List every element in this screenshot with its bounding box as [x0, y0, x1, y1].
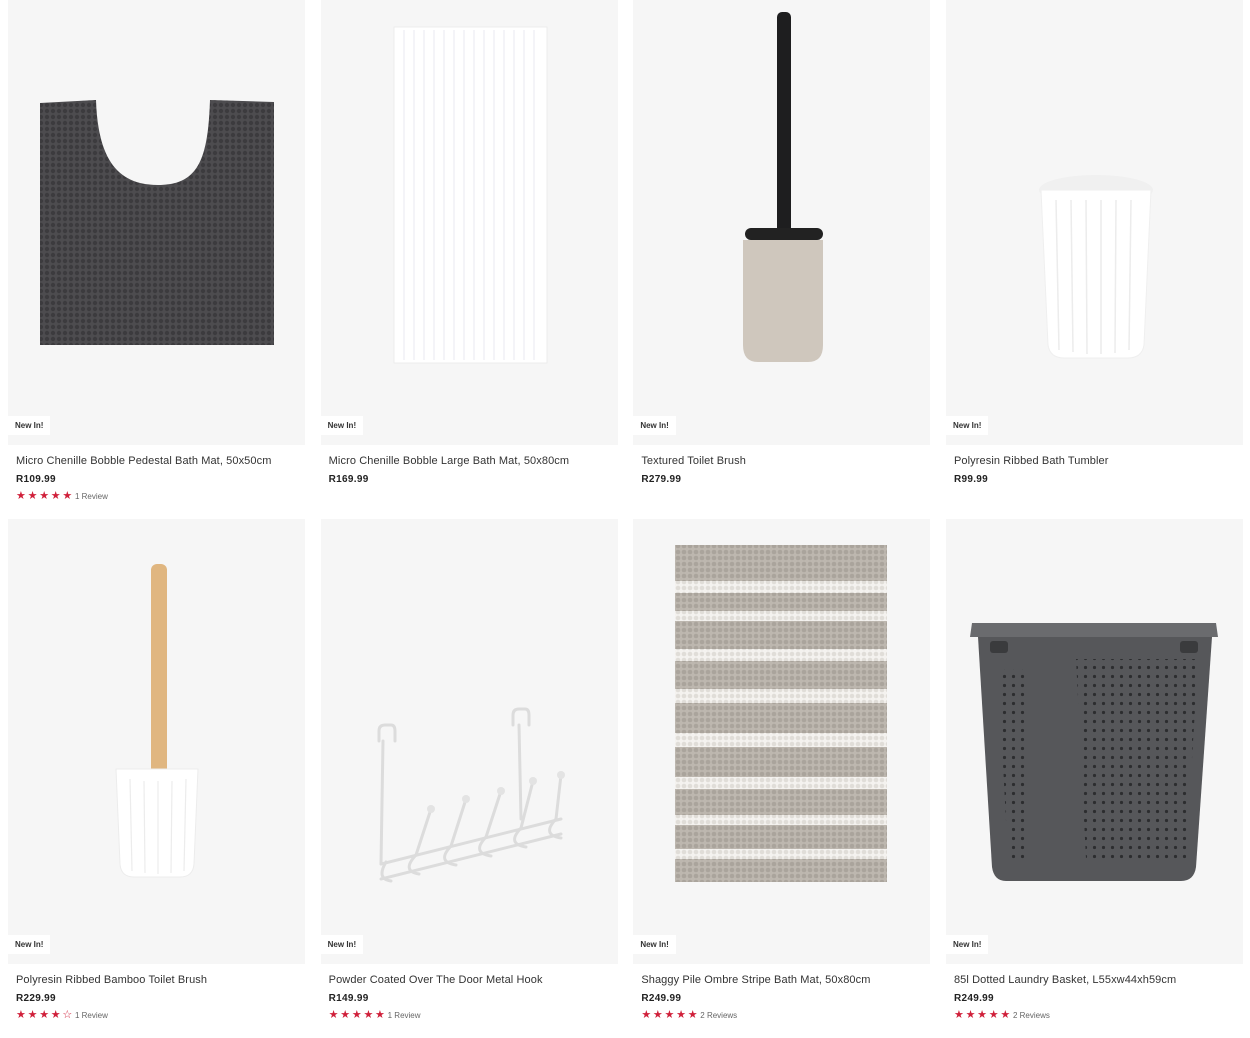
star-filled-icon: ★ [27, 1008, 38, 1021]
star-filled-icon: ★ [375, 1008, 385, 1021]
large-bath-mat-image [393, 26, 548, 364]
product-grid-row-2: New In! Polyresin Ribbed Bamboo Toilet B… [8, 519, 1243, 1038]
product-card[interactable]: New In! Micro Chenille Bobble Large Bath… [320, 0, 618, 519]
star-filled-icon: ★ [1000, 1008, 1011, 1021]
product-image[interactable]: New In! [320, 519, 618, 964]
product-card[interactable]: New In! Micro Chenille Bobble Pedestal B… [8, 0, 305, 519]
product-title[interactable]: Micro Chenille Bobble Pedestal Bath Mat,… [16, 455, 272, 467]
product-price: R249.99 [641, 993, 682, 1004]
product-price: R99.99 [953, 474, 989, 485]
star-rating: ★ ★ ★ ★ ★ [641, 1008, 699, 1021]
new-in-badge: New In! [8, 935, 51, 954]
review-count[interactable]: 1 Review [75, 1011, 108, 1020]
star-filled-icon: ★ [641, 1008, 652, 1021]
bamboo-toilet-brush-image [115, 564, 199, 878]
product-price: R279.99 [641, 474, 682, 485]
product-rating: ★ ★ ★ ★ ★ 1 Review [329, 1009, 421, 1021]
star-filled-icon: ★ [363, 1008, 374, 1021]
review-count[interactable]: 2 Reviews [1013, 1011, 1050, 1020]
star-filled-icon: ★ [953, 1008, 964, 1021]
product-title[interactable]: Polyresin Ribbed Bamboo Toilet Brush [16, 974, 207, 986]
product-price: R169.99 [328, 474, 369, 485]
product-title[interactable]: Textured Toilet Brush [641, 455, 746, 467]
new-in-badge: New In! [633, 416, 676, 435]
product-price: R249.99 [953, 993, 994, 1004]
product-card[interactable]: New In! Polyresin Ribbed Bamboo Toilet B… [8, 519, 305, 1038]
product-card[interactable]: New In! 85l Dotted Laundry Basket, L55xw… [945, 519, 1243, 1038]
new-in-badge: New In! [945, 416, 989, 435]
star-filled-icon: ★ [652, 1008, 663, 1021]
new-in-badge: New In! [633, 935, 676, 954]
product-title[interactable]: Shaggy Pile Ombre Stripe Bath Mat, 50x80… [641, 974, 870, 986]
star-filled-icon: ★ [62, 489, 73, 502]
star-filled-icon: ★ [664, 1008, 675, 1021]
product-card[interactable]: New In! Textured Toilet Brush R279.99 [633, 0, 931, 519]
star-filled-icon: ★ [351, 1008, 362, 1021]
star-rating: ★ ★ ★ ★ ★ [328, 1008, 387, 1021]
star-filled-icon: ★ [676, 1008, 686, 1021]
product-image[interactable]: New In! [633, 519, 931, 964]
laundry-basket-image [969, 623, 1218, 881]
product-image[interactable]: New In! [945, 0, 1243, 445]
star-filled-icon: ★ [50, 1008, 61, 1021]
review-count[interactable]: 1 Review [75, 492, 108, 501]
star-rating: ★ ★ ★ ★ ★ [16, 489, 74, 502]
star-filled-icon: ★ [16, 1008, 26, 1021]
star-filled-icon: ★ [50, 489, 61, 502]
star-empty-icon: ☆ [62, 1008, 73, 1021]
pedestal-bath-mat-image [40, 100, 274, 345]
star-filled-icon: ★ [16, 489, 26, 502]
product-title[interactable]: 85l Dotted Laundry Basket, L55xw44xh59cm [954, 974, 1176, 986]
product-card[interactable]: New In! Shaggy Pile Ombre Stripe Bath Ma… [633, 519, 931, 1038]
product-title[interactable]: Powder Coated Over The Door Metal Hook [329, 974, 543, 986]
star-rating: ★ ★ ★ ★ ☆ [16, 1008, 74, 1021]
star-filled-icon: ★ [39, 489, 50, 502]
product-grid-row-1: New In! Micro Chenille Bobble Pedestal B… [8, 0, 1243, 519]
product-rating: ★ ★ ★ ★ ★ 2 Reviews [641, 1009, 737, 1021]
product-price: R149.99 [328, 993, 369, 1004]
door-hook-image [377, 707, 565, 883]
product-card[interactable]: New In! Powder Coated Over The Door Meta… [320, 519, 618, 1038]
product-rating: ★ ★ ★ ★ ★ 1 Review [16, 490, 108, 502]
new-in-badge: New In! [8, 416, 51, 435]
product-image[interactable]: New In! [320, 0, 618, 445]
star-rating: ★ ★ ★ ★ ★ [953, 1008, 1012, 1021]
star-filled-icon: ★ [965, 1008, 976, 1021]
product-card[interactable]: New In! Polyresin Ribbed Bath Tumbler R9… [945, 0, 1243, 519]
product-image[interactable]: New In! [945, 519, 1243, 964]
star-filled-icon: ★ [39, 1008, 50, 1021]
star-filled-icon: ★ [340, 1008, 351, 1021]
product-price: R229.99 [16, 993, 56, 1004]
star-filled-icon: ★ [687, 1008, 698, 1021]
new-in-badge: New In! [320, 416, 364, 435]
product-title[interactable]: Polyresin Ribbed Bath Tumbler [954, 455, 1109, 467]
new-in-badge: New In! [945, 935, 989, 954]
star-filled-icon: ★ [27, 489, 38, 502]
product-rating: ★ ★ ★ ★ ☆ 1 Review [16, 1009, 108, 1021]
product-image[interactable]: New In! [633, 0, 931, 445]
star-filled-icon: ★ [988, 1008, 999, 1021]
toilet-brush-image [743, 12, 824, 362]
review-count[interactable]: 1 Review [388, 1011, 421, 1020]
new-in-badge: New In! [320, 935, 364, 954]
product-price: R109.99 [16, 474, 56, 485]
star-filled-icon: ★ [977, 1008, 988, 1021]
product-image[interactable]: New In! [8, 519, 305, 964]
stripe-bath-mat-image [675, 545, 888, 882]
star-filled-icon: ★ [328, 1008, 339, 1021]
bath-tumbler-image [1038, 175, 1153, 359]
product-rating: ★ ★ ★ ★ ★ 2 Reviews [954, 1009, 1050, 1021]
product-image[interactable]: New In! [8, 0, 305, 445]
review-count[interactable]: 2 Reviews [700, 1011, 737, 1020]
product-title[interactable]: Micro Chenille Bobble Large Bath Mat, 50… [329, 455, 570, 467]
